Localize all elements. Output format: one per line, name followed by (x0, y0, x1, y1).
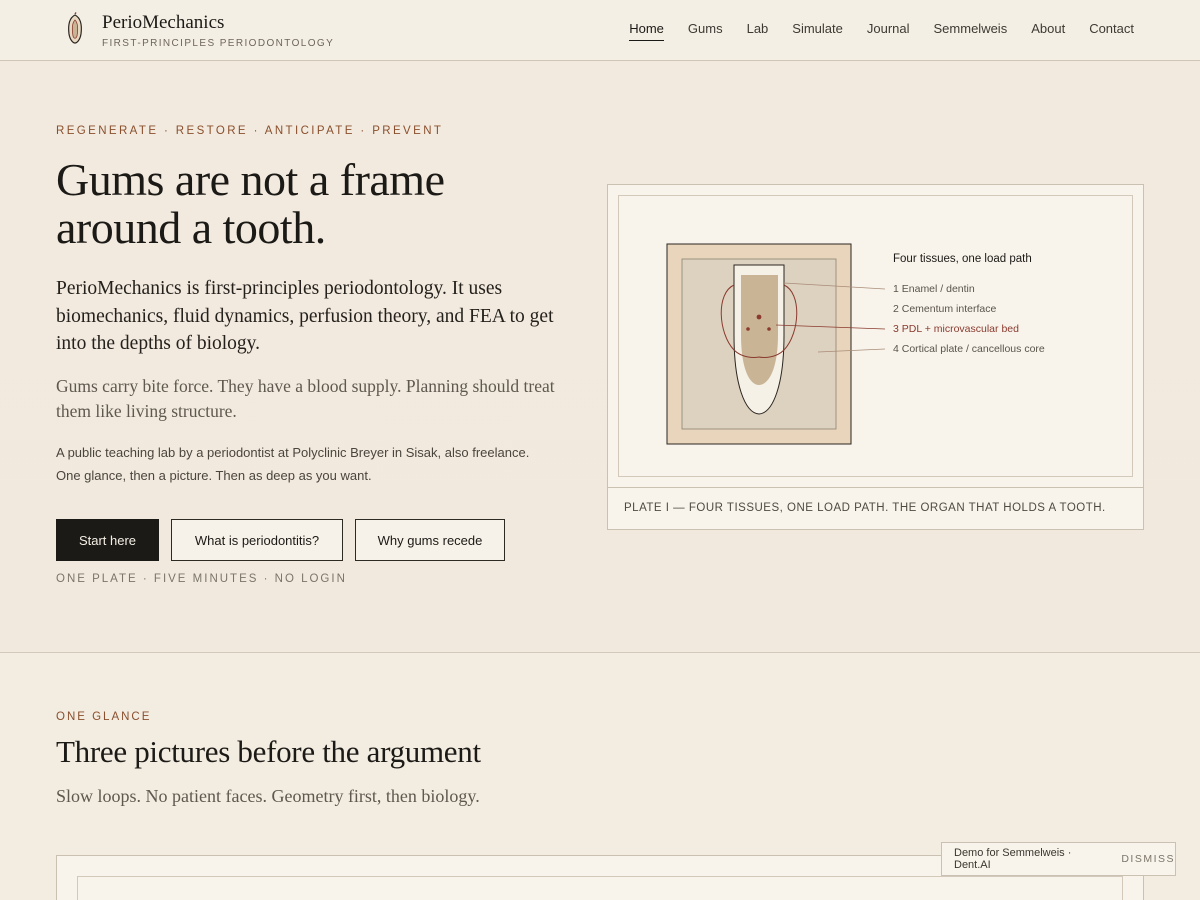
tooth-diagram: Four tissues, one load path 1 Enamel / d… (666, 243, 1045, 445)
hero-section: REGENERATE · RESTORE · ANTICIPATE · PREV… (0, 61, 1200, 653)
site-header: PerioMechanics FIRST-PRINCIPLES PERIODON… (0, 0, 1200, 61)
nav-simulate[interactable]: Simulate (792, 20, 843, 41)
vessel-dot (746, 327, 750, 331)
tooth-logo-icon (68, 12, 82, 44)
brand[interactable]: PerioMechanics FIRST-PRINCIPLES PERIODON… (64, 12, 334, 49)
vessel-dot (756, 314, 762, 320)
main-nav: Home Gums Lab Simulate Journal Semmelwei… (605, 20, 1134, 41)
nav-semmelweis[interactable]: Semmelweis (934, 20, 1008, 41)
legend-item-1: 1 Enamel / dentin (893, 283, 975, 295)
hero-kicker: REGENERATE · RESTORE · ANTICIPATE · PREV… (56, 125, 444, 137)
nav-lab[interactable]: Lab (747, 20, 769, 41)
brand-tagline: FIRST-PRINCIPLES PERIODONTOLOGY (102, 38, 335, 49)
glance-subtitle: Slow loops. No patient faces. Geometry f… (56, 786, 480, 806)
what-is-periodontitis-button[interactable]: What is periodontitis? (171, 519, 343, 561)
why-gums-recede-button[interactable]: Why gums recede (355, 519, 505, 561)
legend-title: Four tissues, one load path (893, 253, 1032, 265)
hero-description-line-2: One glance, then a picture. Then as deep… (56, 468, 372, 483)
plate-caption: PLATE I — FOUR TISSUES, ONE LOAD PATH. T… (608, 487, 1143, 529)
nav-home[interactable]: Home (629, 20, 664, 41)
glance-title: Three pictures before the argument (56, 734, 481, 769)
hero-sublead: Gums carry bite force. They have a blood… (56, 376, 555, 421)
nav-journal[interactable]: Journal (867, 20, 910, 41)
dismiss-button[interactable]: DISMISS (1121, 853, 1175, 865)
brand-name: PerioMechanics (102, 12, 225, 33)
hero-lead: PerioMechanics is first-principles perio… (56, 278, 554, 354)
legend-item-3: 3 PDL + microvascular bed (893, 323, 1019, 335)
plate-figure: Four tissues, one load path 1 Enamel / d… (607, 184, 1144, 530)
nav-contact[interactable]: Contact (1089, 20, 1134, 41)
demo-toast: Demo for Semmelweis · Dent.AI DISMISS (941, 842, 1176, 876)
hero-description: A public teaching lab by a periodontist … (56, 441, 576, 487)
glance-panel-frame (77, 876, 1123, 900)
glance-kicker: ONE GLANCE (56, 711, 152, 723)
hero-meta: ONE PLATE · FIVE MINUTES · NO LOGIN (56, 573, 347, 585)
start-here-button[interactable]: Start here (56, 519, 159, 561)
legend-item-2: 2 Cementum interface (893, 303, 996, 315)
legend-item-4: 4 Cortical plate / cancellous core (893, 343, 1045, 355)
nav-gums[interactable]: Gums (688, 20, 723, 41)
hero-title: Gums are not a frame around a tooth. (56, 154, 445, 253)
vessel-dot (767, 327, 771, 331)
toast-text: Demo for Semmelweis · Dent.AI (954, 847, 1072, 871)
nav-about[interactable]: About (1031, 20, 1065, 41)
hero-description-line-1: A public teaching lab by a periodontist … (56, 445, 530, 460)
